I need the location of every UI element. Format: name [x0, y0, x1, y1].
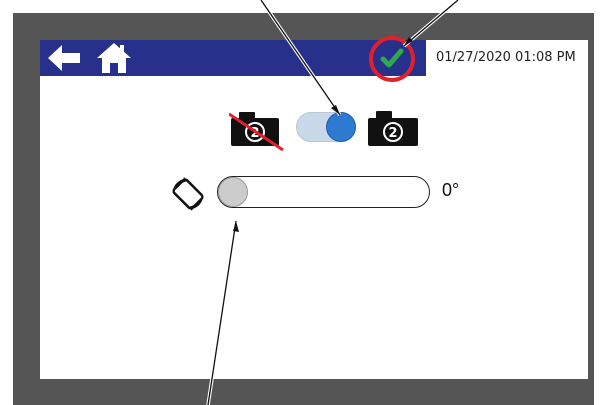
- annotation-overlay: [206, 0, 460, 405]
- callout-line-toggle: [260, 0, 341, 116]
- callout-line-slider: [207, 220, 237, 405]
- callout-line-status: [403, 0, 459, 47]
